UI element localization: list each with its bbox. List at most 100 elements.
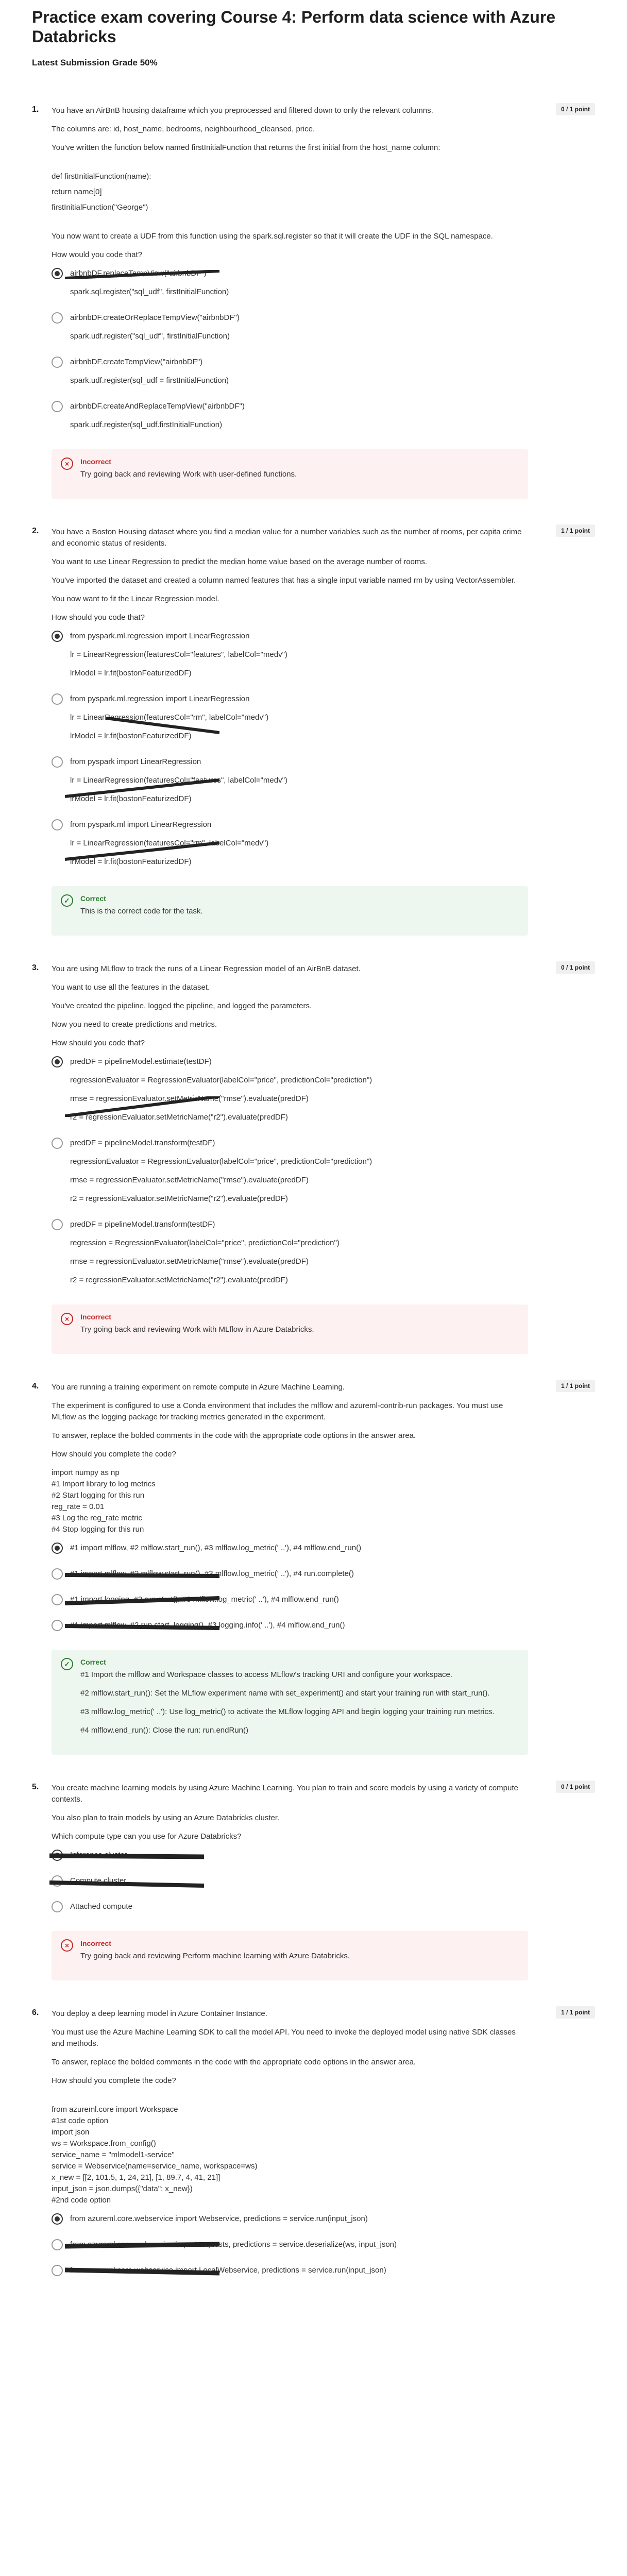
question-text: The columns are: id, host_name, bedrooms… <box>52 125 315 133</box>
radio-button-selected[interactable] <box>52 1850 63 1861</box>
answer-option[interactable]: from pyspark import LinearRegression lr … <box>52 756 595 812</box>
answer-option[interactable]: from azureml.core.webservice import requ… <box>52 2239 595 2258</box>
feedback-incorrect: × Incorrect Try going back and reviewing… <box>52 449 528 499</box>
option-line: from azureml.core.webservice import Loca… <box>65 2265 386 2276</box>
answer-option[interactable]: #1 import mlflow, #2 mlflow.start_run(),… <box>52 1543 595 1561</box>
option-line: spark.udf.register(sql_udf = firstInitia… <box>70 376 229 385</box>
radio-button[interactable] <box>52 693 63 705</box>
option-line: airbnbDF.replaceTempView("airbnbDF") <box>65 268 219 279</box>
quiz-page: Practice exam covering Course 4: Perform… <box>0 0 627 2325</box>
answer-option[interactable]: #1 import mlflow, #2 run.start_logging()… <box>52 1620 595 1638</box>
question-4: 4. 1 / 1 point You are running a trainin… <box>32 1375 595 1775</box>
check-icon: ✓ <box>61 1658 73 1670</box>
answer-option[interactable]: predDF = pipelineModel.estimate(testDF) … <box>52 1056 595 1130</box>
radio-button[interactable] <box>52 756 63 768</box>
option-line: Compute cluster <box>49 1875 204 1888</box>
question-text: You create machine learning models by us… <box>52 1784 518 1804</box>
code-line: def firstInitialFunction(name): <box>52 172 151 181</box>
radio-button[interactable] <box>52 312 63 324</box>
answer-option[interactable]: predDF = pipelineModel.transform(testDF)… <box>52 1219 595 1293</box>
radio-button[interactable] <box>52 1219 63 1230</box>
option-line: lr = LinearRegression(featuresCol="rm", … <box>65 838 268 861</box>
option-line: regressionEvaluator = RegressionEvaluato… <box>70 1157 372 1166</box>
answer-option[interactable]: airbnbDF.replaceTempView("airbnbDF") spa… <box>52 268 595 305</box>
radio-button-selected[interactable] <box>52 268 63 279</box>
radio-button[interactable] <box>52 357 63 368</box>
code-line: #2 Start logging for this run <box>52 1491 145 1500</box>
radio-button-selected[interactable] <box>52 2213 63 2225</box>
option-line: Inference cluster <box>49 1850 204 1861</box>
answer-option[interactable]: from azureml.core.webservice import Loca… <box>52 2265 595 2283</box>
answer-option[interactable]: airbnbDF.createOrReplaceTempView("airbnb… <box>52 312 595 349</box>
radio-button-selected[interactable] <box>52 1543 63 1554</box>
question-text: You have an AirBnB housing dataframe whi… <box>52 106 433 115</box>
option-line: spark.udf.register(sql_udf.firstInitialF… <box>70 420 223 429</box>
question-number: 6. <box>32 2008 39 2017</box>
feedback-status: Incorrect <box>80 1313 111 1321</box>
option-line: spark.sql.register("sql_udf", firstIniti… <box>70 287 229 296</box>
code-line: service_name = "mlmodel1-service" <box>52 2150 175 2159</box>
answer-option[interactable]: Attached compute <box>52 1901 595 1920</box>
answer-option[interactable]: airbnbDF.createAndReplaceTempView("airbn… <box>52 401 595 438</box>
option-line: lrModel = lr.fit(bostonFeaturizedDF) <box>70 794 192 803</box>
code-line: import json <box>52 2128 90 2137</box>
question-number: 2. <box>32 527 39 535</box>
points-badge: 1 / 1 point <box>555 2006 595 2019</box>
question-text: To answer, replace the bolded comments i… <box>52 2058 416 2066</box>
radio-button[interactable] <box>52 1875 63 1887</box>
answer-option[interactable]: from pyspark.ml.regression import Linear… <box>52 631 595 686</box>
points-badge: 0 / 1 point <box>555 1781 595 1793</box>
radio-button[interactable] <box>52 401 63 412</box>
question-number: 1. <box>32 105 39 114</box>
answer-option[interactable]: from azureml.core.webservice import Webs… <box>52 2213 595 2232</box>
option-line: from pyspark import LinearRegression <box>70 757 201 766</box>
radio-button-selected[interactable] <box>52 1056 63 1067</box>
answer-option[interactable]: Compute cluster <box>49 1875 595 1894</box>
code-line: #4 Stop logging for this run <box>52 1525 144 1534</box>
option-line: airbnbDF.createTempView("airbnbDF") <box>70 358 203 366</box>
option-line: #1 import logging, #2 run.start(), #3 ml… <box>65 1594 339 1605</box>
radio-button[interactable] <box>52 1620 63 1631</box>
option-line: lr = LinearRegression(featuresCol="featu… <box>70 650 287 659</box>
question-text: You must use the Azure Machine Learning … <box>52 2028 516 2048</box>
answer-option[interactable]: from pyspark.ml.regression import Linear… <box>52 693 595 749</box>
radio-button[interactable] <box>52 1138 63 1149</box>
question-text: How should you complete the code? <box>52 1450 176 1459</box>
answer-option[interactable]: #1 import mlflow, #2 mlflow.start_run(),… <box>52 1568 595 1587</box>
question-text: You want to use all the features in the … <box>52 983 210 992</box>
answer-option[interactable]: #1 import logging, #2 run.start(), #3 ml… <box>52 1594 595 1613</box>
radio-button[interactable] <box>52 1568 63 1580</box>
code-line: x_new = [[2, 101.5, 1, 24, 21], [1, 89.7… <box>52 2173 221 2182</box>
answer-option[interactable]: from pyspark.ml import LinearRegression … <box>52 819 595 875</box>
option-line: from azureml.core.webservice import Webs… <box>70 2214 368 2223</box>
code-line: firstInitialFunction("George") <box>52 203 148 212</box>
question-text: You've written the function below named … <box>52 143 440 152</box>
answer-option[interactable]: predDF = pipelineModel.transform(testDF)… <box>52 1138 595 1212</box>
question-1: 1. 0 / 1 point You have an AirBnB housin… <box>32 98 595 519</box>
radio-button[interactable] <box>52 2265 63 2276</box>
option-line: r2 = regressionEvaluator.setMetricName("… <box>70 1194 288 1203</box>
radio-button[interactable] <box>52 1901 63 1912</box>
option-line: rmse = regressionEvaluator.setMetricName… <box>65 1093 309 1117</box>
option-line: rmse = regressionEvaluator.setMetricName… <box>70 1257 309 1266</box>
question-text: You want to use Linear Regression to pre… <box>52 557 428 566</box>
answer-option[interactable]: airbnbDF.createTempView("airbnbDF") spar… <box>52 357 595 394</box>
radio-button[interactable] <box>52 819 63 831</box>
radio-button[interactable] <box>52 2239 63 2250</box>
option-line: lrModel = lr.fit(bostonFeaturizedDF) <box>70 857 192 866</box>
question-text: To answer, replace the bolded comments i… <box>52 1431 416 1440</box>
question-text: You have a Boston Housing dataset where … <box>52 528 522 548</box>
points-badge: 1 / 1 point <box>555 1380 595 1392</box>
option-line: #1 import mlflow, #2 run.start_logging()… <box>65 1620 345 1631</box>
option-line: predDF = pipelineModel.estimate(testDF) <box>70 1057 212 1066</box>
question-6: 6. 1 / 1 point You deploy a deep learnin… <box>32 2001 595 2304</box>
answer-option[interactable]: Inference cluster <box>49 1850 595 1868</box>
error-icon: × <box>61 1939 73 1952</box>
latest-grade: Latest Submission Grade 50% <box>32 58 158 67</box>
code-line: import numpy as np <box>52 1468 120 1477</box>
radio-button[interactable] <box>52 1594 63 1605</box>
page-title: Practice exam covering Course 4: Perform… <box>32 8 556 46</box>
radio-button-selected[interactable] <box>52 631 63 642</box>
feedback-status: Correct <box>80 894 106 903</box>
option-line: regressionEvaluator = RegressionEvaluato… <box>70 1076 372 1084</box>
